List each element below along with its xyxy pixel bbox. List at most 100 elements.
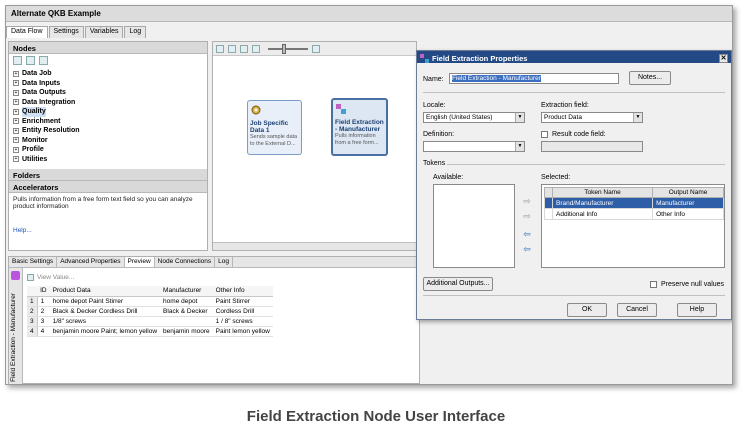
zoom-slider[interactable] [268,43,308,54]
expand-icon[interactable]: + [13,146,19,153]
data-flow-canvas[interactable]: Job Specific Data 1 Sends sample data to… [212,41,417,251]
column-header[interactable]: Product Data [49,286,161,297]
selected-tokens-list[interactable]: Token Name Output Name Brand/Manufacture… [541,184,725,268]
job-node[interactable]: Job Specific Data 1 Sends sample data to… [247,100,302,155]
close-icon[interactable]: ✕ [719,53,728,63]
notes-button[interactable]: Notes... [629,71,671,85]
tab-bottom-log[interactable]: Log [215,257,233,267]
table-row[interactable]: 2 2 Black & Decker Cordless Drill Black & D… [27,306,273,317]
view-value-icon [27,273,34,281]
zoom-out-icon[interactable] [252,44,260,53]
tree-item-utilities[interactable]: + Utilities [13,155,203,165]
result-code-checkbox[interactable] [541,131,548,138]
canvas-horizontal-scrollbar[interactable] [213,242,416,250]
expand-icon[interactable]: + [13,89,19,96]
expand-icon[interactable]: + [13,156,19,163]
result-code-label: Result code field: [552,131,606,138]
chevron-down-icon[interactable]: ▼ [633,113,642,122]
extraction-field-select[interactable]: Product Data ▼ [541,112,643,123]
column-header[interactable]: ID [37,286,50,297]
cancel-button[interactable]: Cancel [617,303,657,317]
column-header[interactable]: Token Name [551,187,654,198]
page-icon[interactable] [228,44,236,53]
tab-settings[interactable]: Settings [48,26,84,38]
ok-button[interactable]: OK [567,303,607,317]
tree-item-profile[interactable]: + Profile [13,145,203,155]
help-link[interactable]: Help... [9,227,207,234]
expand-icon[interactable]: + [13,118,19,125]
folders-header[interactable]: Folders [9,169,207,181]
refresh-icon[interactable] [39,56,48,65]
tab-log[interactable]: Log [124,26,147,38]
definition-select[interactable]: ▼ [423,141,525,152]
add-node-icon[interactable] [13,56,22,65]
help-button[interactable]: Help [677,303,717,317]
job-node-desc: Sends sample data to the External D... [250,134,298,147]
preserve-nulls-checkbox[interactable] [650,281,657,288]
result-code-field[interactable] [541,141,643,152]
select-icon[interactable] [216,44,224,53]
name-field[interactable]: Field Extraction - Manufacturer [449,73,619,84]
nodes-toolbar [9,54,207,68]
application-window: Alternate QKB Example Data Flow Settings… [5,5,733,385]
column-header[interactable]: Manufacturer [160,286,213,297]
zoom-in-icon[interactable] [312,44,320,53]
accelerators-header[interactable]: Accelerators [9,181,207,193]
move-right-icon[interactable]: ⇨ [522,197,532,206]
view-value-button[interactable]: View Value... [27,271,74,283]
chevron-down-icon[interactable]: ▼ [515,113,524,122]
dialog-titlebar: Field Extraction Properties ✕ [417,51,731,63]
preview-side-label: Field Extraction - Manufacturer [9,268,23,384]
node-description: Pulls information from a free form text … [13,196,193,210]
locale-select[interactable]: English (United States) ▼ [423,112,525,123]
node-type-icon [11,271,20,280]
table-row[interactable]: Brand/Manufacturer Manufacturer [544,197,724,209]
nodes-header: Nodes [9,42,207,54]
edit-node-icon[interactable] [26,56,35,65]
field-extraction-node[interactable]: Field Extraction - Manufacturer Pulls in… [331,98,388,156]
bottom-panel: Basic Settings Advanced Properties Previ… [8,256,420,384]
chevron-down-icon[interactable]: ▼ [515,142,524,151]
tab-data-flow[interactable]: Data Flow [6,26,48,38]
available-label: Available: [433,174,464,181]
move-all-left-icon[interactable]: ⇦ [522,245,532,254]
additional-outputs-button[interactable]: Additional Outputs... [423,277,493,291]
tab-preview[interactable]: Preview [124,257,155,267]
tree-item-monitor[interactable]: + Monitor [13,136,203,146]
tree-item-data-inputs[interactable]: + Data Inputs [13,79,203,89]
field-extraction-dialog: Field Extraction Properties ✕ Name: Fiel… [416,50,732,320]
expand-icon[interactable]: + [13,70,19,77]
table-row[interactable]: 4 4 benjamin moore Paint; lemon yellow benj… [27,326,273,337]
bottom-tabs: Basic Settings Advanced Properties Previ… [9,257,419,268]
available-tokens-list[interactable] [433,184,515,268]
expand-icon[interactable]: + [13,108,19,115]
move-all-right-icon[interactable]: ⇨ [522,212,532,221]
tree-item-entity-resolution[interactable]: + Entity Resolution [13,126,203,136]
name-label: Name: [423,76,444,83]
selected-tokens-table: Token Name Output Name Brand/Manufacture… [544,187,724,220]
tree-item-data-job[interactable]: + Data Job [13,69,203,79]
tree-item-enrichment[interactable]: + Enrichment [13,117,203,127]
expand-icon[interactable]: + [13,127,19,134]
column-header[interactable]: Other Info [212,286,273,297]
table-row[interactable]: Additional Info Other Info [544,208,724,220]
tab-basic-settings[interactable]: Basic Settings [9,257,58,267]
expand-icon[interactable]: + [13,137,19,144]
locale-label: Locale: [423,102,446,109]
expand-icon[interactable]: + [13,99,19,106]
move-left-icon[interactable]: ⇦ [522,230,532,239]
table-row[interactable]: 3 3 1/8" screws 1 / 8" screws [27,316,273,327]
tree-item-data-integration[interactable]: + Data Integration [13,98,203,108]
zoom-slider-handle[interactable] [282,43,286,54]
table-row[interactable]: 1 1 home depot Paint Stirrer home depot Pain… [27,296,273,307]
row-header [544,187,553,198]
tab-node-connections[interactable]: Node Connections [155,257,216,267]
divider [423,295,725,296]
tab-advanced-properties[interactable]: Advanced Properties [57,257,125,267]
tree-item-data-outputs[interactable]: + Data Outputs [13,88,203,98]
tree-item-quality[interactable]: + Quality [13,107,203,117]
expand-icon[interactable]: + [13,80,19,87]
tab-variables[interactable]: Variables [84,26,124,38]
layout-icon[interactable] [240,44,248,53]
column-header[interactable]: Output Name [652,187,724,198]
